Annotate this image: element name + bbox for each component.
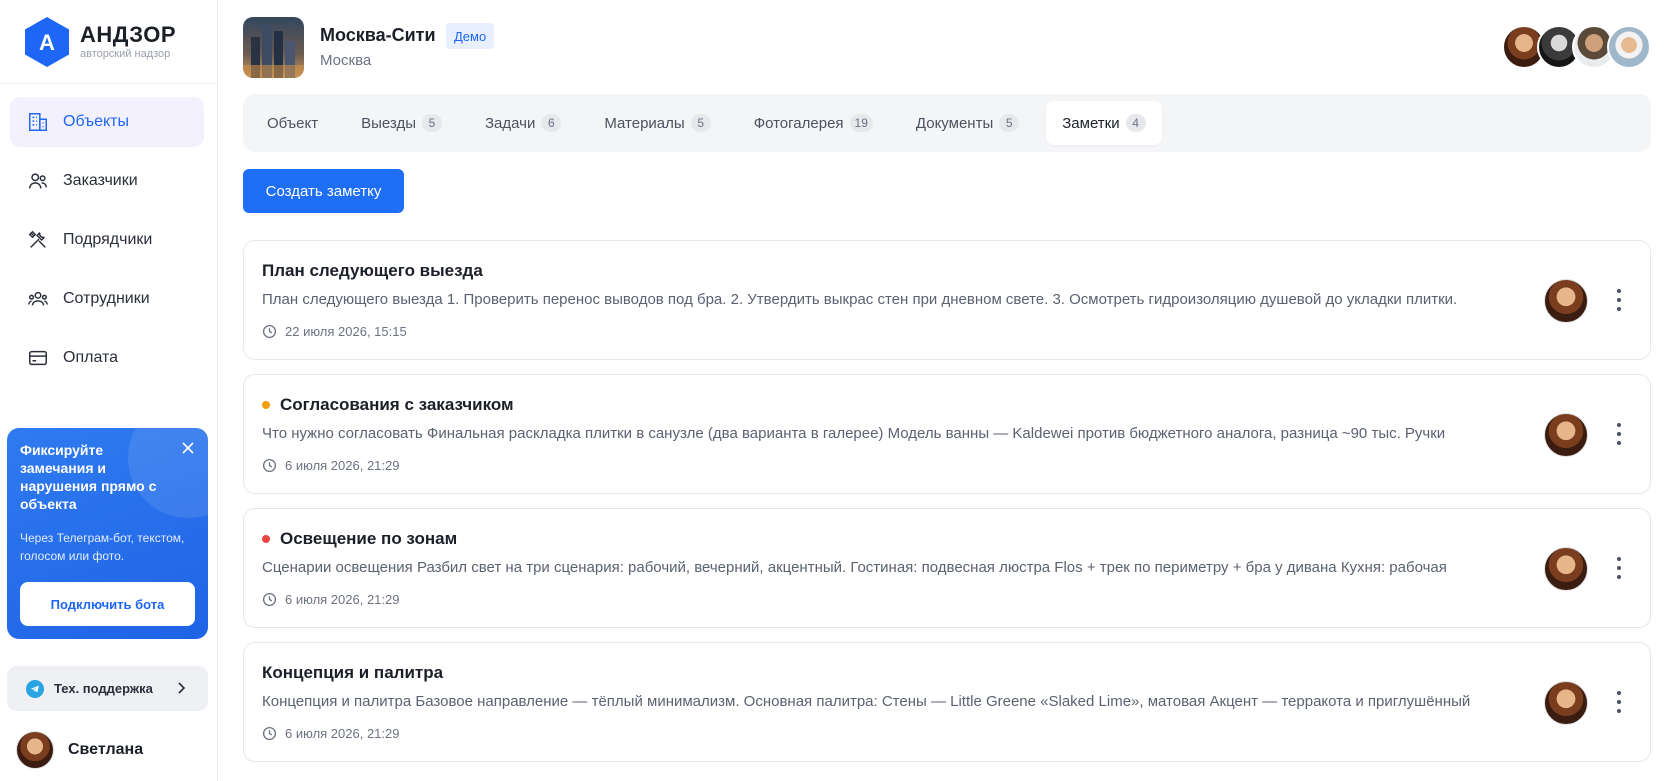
page-title: Москва-Сити: [320, 25, 436, 45]
app-logo[interactable]: А АНДЗОР авторский надзор: [24, 16, 176, 68]
avatar[interactable]: [1607, 25, 1651, 69]
building-icon: [27, 111, 49, 133]
tab-gallery[interactable]: Фотогалерея 19: [738, 101, 889, 145]
tab-count-badge: 5: [690, 114, 711, 132]
sidebar-item-objects[interactable]: Объекты: [10, 97, 204, 147]
app-subtitle: авторский надзор: [80, 48, 171, 60]
tab-documents[interactable]: Документы 5: [900, 101, 1035, 145]
tab-label: Объект: [267, 114, 319, 132]
avatar: [1544, 413, 1588, 457]
avatar: [1544, 681, 1588, 725]
note-card[interactable]: Освещение по зонам Сценарии освещения Ра…: [243, 508, 1651, 628]
sidebar-item-employees[interactable]: Сотрудники: [10, 274, 204, 324]
tab-count-badge: 19: [849, 114, 873, 132]
team-icon: [27, 288, 49, 310]
tab-count-badge: 6: [541, 114, 562, 132]
sidebar-item-clients[interactable]: Заказчики: [10, 156, 204, 206]
support-label: Тех. поддержка: [54, 681, 153, 696]
connect-bot-button[interactable]: Подключить бота: [20, 582, 195, 626]
tab-label: Документы: [915, 114, 994, 132]
logo-letter: А: [39, 30, 55, 55]
project-city: Москва: [320, 52, 372, 69]
tab-notes[interactable]: Заметки 4: [1046, 101, 1162, 145]
project-tabs: Объект Выезды 5 Задачи 6 Материалы 5 Фотога…: [243, 94, 1651, 152]
note-date: 22 июля 2026, 15:15: [262, 324, 407, 339]
telegram-bot-promo: Фиксируйте замечания и нарушения прямо с…: [7, 428, 208, 639]
create-note-button[interactable]: Создать заметку: [243, 169, 404, 213]
note-card[interactable]: Согласования с заказчиком Что нужно согл…: [243, 374, 1651, 494]
tab-label: Выезды: [361, 114, 416, 132]
tab-materials[interactable]: Материалы 5: [588, 101, 726, 145]
note-title: План следующего выезда: [262, 261, 483, 280]
more-options-icon[interactable]: [1616, 557, 1622, 579]
clock-icon: [262, 458, 277, 473]
tab-label: Материалы: [604, 114, 685, 132]
user-name: Светлана: [68, 741, 144, 758]
more-options-icon[interactable]: [1616, 423, 1622, 445]
sidebar-item-label: Заказчики: [63, 172, 138, 189]
sidebar-item-payment[interactable]: Оплата: [10, 333, 204, 383]
tab-object[interactable]: Объект: [251, 101, 334, 145]
logo-hexagon-icon: А: [24, 16, 70, 68]
tab-tasks[interactable]: Задачи 6: [469, 101, 577, 145]
tab-label: Фотогалерея: [753, 114, 844, 132]
promo-description: Через Телеграм-бот, текстом, голосом или…: [20, 531, 185, 563]
note-date: 6 июля 2026, 21:29: [262, 458, 399, 473]
sidebar-item-label: Сотрудники: [63, 290, 150, 307]
avatar: [1544, 279, 1588, 323]
tab-count-badge: 5: [421, 114, 442, 132]
sidebar-item-contractors[interactable]: Подрядчики: [10, 215, 204, 265]
more-options-icon[interactable]: [1616, 691, 1622, 713]
note-card[interactable]: Концепция и палитра Концепция и палитра …: [243, 642, 1651, 762]
clock-icon: [262, 726, 277, 741]
note-date: 6 июля 2026, 21:29: [262, 726, 399, 741]
close-icon[interactable]: [180, 440, 196, 456]
sidebar: А АНДЗОР авторский надзор Объекты Заказч…: [0, 0, 218, 781]
note-title: Концепция и палитра: [262, 663, 444, 682]
promo-title: Фиксируйте замечания и нарушения прямо с…: [20, 442, 157, 512]
current-user[interactable]: Светлана: [16, 730, 143, 770]
tab-label: Заметки: [1062, 114, 1120, 132]
demo-badge: Демо: [446, 23, 495, 49]
sidebar-nav: Объекты Заказчики Подрядчики Сотрудники …: [10, 97, 204, 392]
sidebar-item-label: Объекты: [63, 113, 129, 130]
note-preview: Что нужно согласовать Финальная раскладк…: [262, 425, 1446, 442]
sidebar-divider: [0, 83, 217, 84]
tab-count-badge: 5: [999, 114, 1020, 132]
note-date: 6 июля 2026, 21:29: [262, 592, 399, 607]
note-preview: Концепция и палитра Базовое направление …: [262, 693, 1471, 710]
chevron-right-icon: [178, 682, 186, 694]
team-avatars[interactable]: [1502, 25, 1651, 69]
tab-label: Задачи: [484, 114, 536, 132]
note-title: Согласования с заказчиком: [262, 395, 514, 415]
note-card[interactable]: План следующего выезда План следующего в…: [243, 240, 1651, 360]
tools-icon: [27, 229, 49, 251]
telegram-icon: [26, 679, 44, 698]
clock-icon: [262, 592, 277, 607]
app-title: АНДЗОР: [80, 22, 176, 47]
support-button[interactable]: Тех. поддержка: [7, 666, 208, 711]
priority-dot: [262, 401, 270, 409]
priority-dot: [262, 535, 270, 543]
more-options-icon[interactable]: [1616, 289, 1622, 311]
project-thumbnail: [243, 17, 304, 78]
note-preview: План следующего выезда 1. Проверить пере…: [262, 291, 1458, 308]
tab-count-badge: 4: [1125, 114, 1146, 132]
clock-icon: [262, 324, 277, 339]
note-preview: Сценарии освещения Разбил свет на три сц…: [262, 559, 1447, 576]
avatar: [16, 731, 54, 769]
sidebar-item-label: Оплата: [63, 349, 119, 366]
tab-visits[interactable]: Выезды 5: [345, 101, 458, 145]
note-title: Освещение по зонам: [262, 529, 457, 549]
credit-card-icon: [27, 347, 49, 369]
sidebar-item-label: Подрядчики: [63, 231, 153, 248]
notes-list: План следующего выезда План следующего в…: [243, 240, 1651, 776]
users-icon: [27, 170, 49, 192]
avatar: [1544, 547, 1588, 591]
